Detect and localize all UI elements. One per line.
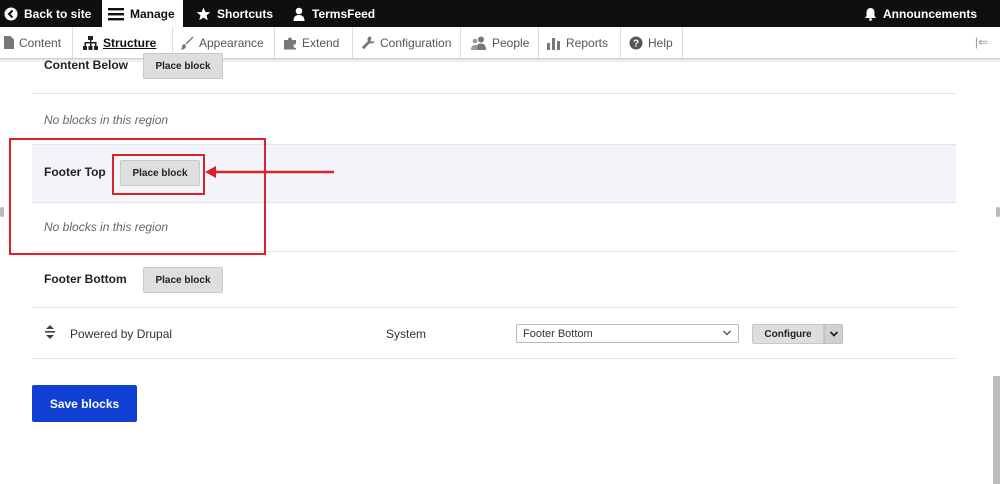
- block-title: Powered by Drupal: [70, 327, 173, 341]
- bar-chart-icon: [547, 37, 560, 50]
- row-divider: [32, 93, 956, 94]
- tray-item-appearance-label: Appearance: [199, 35, 264, 50]
- annotation-button-highlight: [112, 154, 205, 195]
- sitemap-icon: [83, 35, 98, 50]
- configure-button[interactable]: Configure: [752, 324, 824, 344]
- tray-item-help-label: Help: [648, 35, 673, 50]
- help-icon: ?: [629, 36, 643, 49]
- scrollbar-thumb[interactable]: [993, 376, 1000, 484]
- announcements-tab[interactable]: Announcements: [864, 0, 977, 27]
- user-label: TermsFeed: [312, 6, 376, 21]
- chevron-down-icon: [829, 331, 838, 337]
- row-divider: [32, 358, 956, 359]
- svg-text:?: ?: [633, 38, 639, 49]
- tray-divider: [460, 27, 461, 58]
- tray-item-structure-label: Structure: [103, 35, 157, 50]
- tray-item-configuration-label: Configuration: [380, 35, 452, 50]
- user-icon: [293, 7, 305, 21]
- tray-divider: [620, 27, 621, 58]
- back-to-site-link[interactable]: Back to site: [4, 0, 91, 27]
- chevron-down-icon: [723, 330, 731, 336]
- tray-item-extend-label: Extend: [302, 35, 340, 50]
- wrench-icon: [361, 36, 375, 49]
- tray-item-content-label: Content: [19, 35, 62, 50]
- block-region-select-value: Footer Bottom: [523, 327, 593, 340]
- people-icon: [471, 36, 486, 50]
- tray-item-configuration[interactable]: Configuration: [361, 27, 451, 58]
- back-to-site-label: Back to site: [24, 6, 92, 21]
- tray-divider: [72, 27, 73, 58]
- tray-divider: [352, 27, 353, 58]
- puzzle-icon: [284, 37, 296, 49]
- operations-toggle-button[interactable]: [824, 324, 843, 344]
- block-region-select[interactable]: Footer Bottom: [516, 324, 739, 343]
- paintbrush-icon: [180, 36, 194, 50]
- manage-label: Manage: [130, 6, 175, 21]
- page-icon: [4, 36, 14, 49]
- tray-item-content[interactable]: Content: [4, 27, 61, 58]
- shortcuts-tab[interactable]: Shortcuts: [196, 0, 273, 27]
- tray-divider: [682, 27, 683, 58]
- row-divider: [32, 307, 956, 308]
- tray-divider: [538, 27, 539, 58]
- tray-item-people[interactable]: People: [471, 27, 529, 58]
- back-arrow-icon: [4, 7, 18, 20]
- region-footer-bottom-title: Footer Bottom: [44, 272, 127, 286]
- edge-handle: [0, 207, 4, 217]
- tray-item-extend[interactable]: Extend: [283, 27, 339, 58]
- block-category: System: [386, 327, 427, 341]
- annotation-arrow-icon: [205, 166, 334, 178]
- tray-item-people-label: People: [492, 35, 530, 50]
- place-block-button-content-below[interactable]: Place block: [143, 53, 223, 79]
- tray-item-reports-label: Reports: [566, 35, 609, 50]
- region-content-below-empty: No blocks in this region: [44, 113, 169, 127]
- user-tab[interactable]: TermsFeed: [292, 0, 375, 27]
- shortcuts-label: Shortcuts: [217, 6, 274, 21]
- orientation-toggle-icon[interactable]: |⇐: [975, 35, 988, 49]
- region-content-below-title: Content Below: [44, 58, 128, 72]
- save-blocks-button[interactable]: Save blocks: [32, 385, 137, 422]
- drag-handle-icon[interactable]: [44, 325, 56, 344]
- tray-divider: [274, 27, 275, 58]
- tray-item-help[interactable]: ? Help: [629, 27, 673, 58]
- admin-toolbar: Back to site Manage Shortcuts TermsFeed …: [0, 0, 1000, 27]
- place-block-button-footer-bottom[interactable]: Place block: [143, 267, 223, 293]
- announcements-label: Announcements: [883, 6, 978, 21]
- star-icon: [196, 7, 211, 20]
- tray-item-reports[interactable]: Reports: [547, 27, 608, 58]
- bell-icon: [865, 7, 876, 21]
- manage-tab[interactable]: Manage: [102, 0, 183, 27]
- edge-handle: [996, 207, 1000, 217]
- hamburger-icon: [108, 7, 124, 20]
